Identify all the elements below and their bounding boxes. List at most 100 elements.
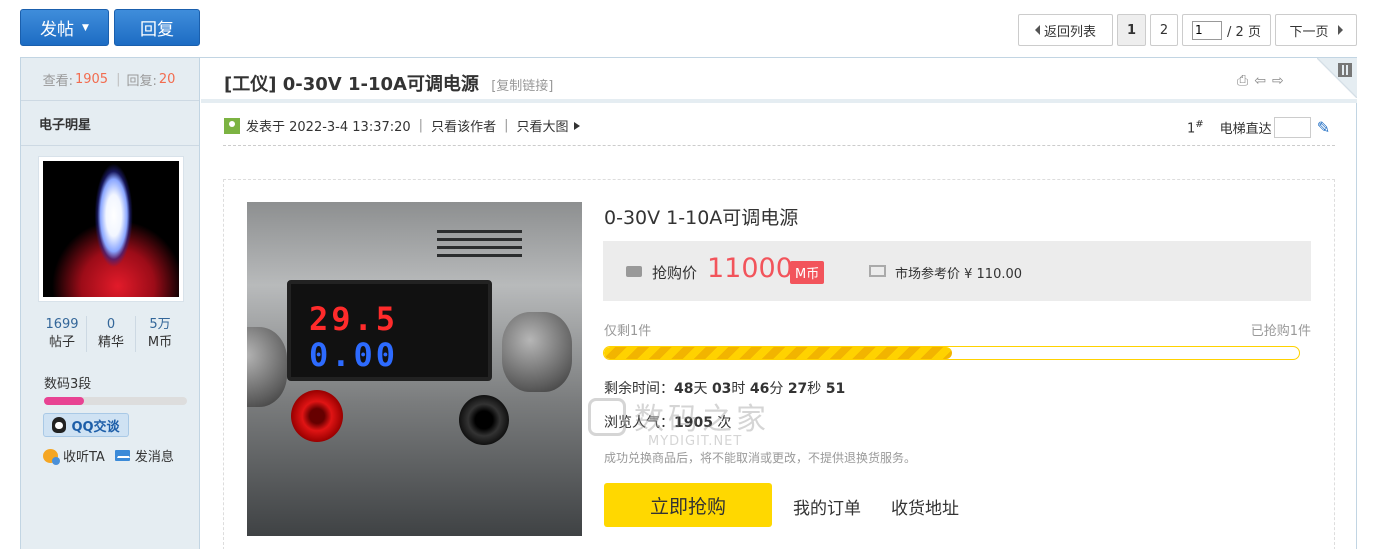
meta-divider: | — [418, 118, 424, 133]
watermark-url: MYDIGIT.NET — [648, 434, 743, 449]
market-icon — [869, 265, 886, 277]
follow-link[interactable]: 收听TA — [43, 446, 105, 465]
price-value: 11000 — [707, 253, 793, 284]
page-total: / 2 页 — [1227, 24, 1261, 40]
voltage-readout: 29.5 — [309, 300, 399, 338]
price-box: 抢购价 11000 M币 市场参考价 ¥ 110.00 — [603, 241, 1311, 301]
follow-label: 收听TA — [63, 450, 105, 465]
print-icon[interactable]: ⎙ — [1237, 73, 1248, 89]
digest-count[interactable]: 0 精华 — [87, 316, 136, 352]
back-to-list-label: 返回列表 — [1043, 24, 1096, 40]
knob-left — [247, 327, 287, 407]
meta-divider-line — [223, 145, 1335, 146]
views-label: 查看: — [42, 73, 73, 89]
post-date: 发表于 2022-3-4 13:37:20 — [246, 120, 411, 135]
coins-count[interactable]: 5万 M币 — [136, 316, 184, 352]
send-message-label: 发消息 — [134, 450, 174, 465]
only-author-link[interactable]: 只看该作者 — [431, 116, 496, 135]
qq-icon — [52, 417, 67, 433]
top-toolbar: 发帖 ▼ 回复 返回列表 1 2 / 2 页 下一页 — [0, 0, 1379, 56]
author-actions: 收听TA 发消息 — [43, 446, 184, 465]
page-1-button[interactable]: 1 — [1117, 14, 1146, 46]
copy-link[interactable]: [复制链接] — [491, 79, 553, 94]
thread-title-text: [工仪] 0-30V 1-10A可调电源 — [224, 74, 479, 95]
next-page-button[interactable]: 下一页 — [1275, 14, 1357, 46]
send-message-link[interactable]: 发消息 — [114, 446, 174, 465]
floor-mark: # — [1195, 118, 1204, 130]
author-name[interactable]: 电子明星 — [21, 101, 199, 146]
countdown-tick: 51 — [825, 381, 846, 397]
back-to-list-button[interactable]: 返回列表 — [1018, 14, 1113, 46]
digest-count-value: 0 — [106, 317, 116, 332]
floor-number: 1# — [1187, 119, 1204, 136]
page-jump: / 2 页 — [1182, 14, 1271, 46]
price-label: 抢购价 — [652, 264, 698, 282]
price-tag-icon — [626, 266, 642, 277]
posts-count[interactable]: 1699 帖子 — [38, 316, 87, 352]
product-name: 0-30V 1-10A可调电源 — [604, 207, 799, 229]
author-sidebar: 查看: 1905 | 回复: 20 电子明星 1699 帖子 0 精华 5万 M… — [21, 58, 200, 549]
big-image-link[interactable]: 只看大图 — [516, 116, 568, 135]
post-label: 发帖 — [40, 20, 75, 40]
replies-count: 20 — [158, 71, 176, 87]
vent-slot — [437, 238, 522, 241]
coins-count-label: M币 — [147, 335, 173, 350]
stock-sold: 已抢购1件 — [1250, 324, 1311, 339]
level-progress-fill — [44, 397, 85, 405]
follow-icon — [43, 448, 60, 465]
replies-label: 回复: — [126, 73, 157, 89]
level-progress-bar — [44, 397, 187, 405]
product-card: 29.5 0.00 0-30V 1-10A可调电源 抢购价 11000 M币 市… — [223, 179, 1335, 549]
wrench-icon[interactable]: ✎ — [1317, 118, 1330, 137]
page-2-button[interactable]: 2 — [1150, 14, 1178, 46]
elevator-input[interactable] — [1273, 117, 1311, 138]
reply-button[interactable]: 回复 — [114, 9, 200, 46]
digest-count-label: 精华 — [97, 335, 124, 350]
buy-now-button[interactable]: 立即抢购 — [604, 483, 772, 527]
qrcode-icon[interactable] — [1317, 58, 1357, 98]
next-page-label: 下一页 — [1289, 24, 1329, 40]
post-main: [工仪] 0-30V 1-10A可调电源 [复制链接] ⎙ ⇦ ⇨ 发表于 20… — [201, 58, 1357, 549]
thread-stats: 查看: 1905 | 回复: 20 — [21, 58, 199, 101]
watermark-text: 数码之家 — [634, 402, 770, 437]
black-terminal — [459, 395, 509, 445]
current-readout: 0.00 — [309, 336, 399, 374]
qrcode-glyph — [1338, 63, 1352, 77]
vent-slot — [437, 254, 522, 257]
sales-progress-bar — [603, 346, 1300, 360]
chevron-right-icon — [1337, 25, 1343, 35]
avatar[interactable] — [38, 156, 184, 302]
red-terminal — [291, 390, 343, 442]
user-level[interactable]: 数码3段 — [44, 373, 91, 392]
knob-right — [502, 312, 572, 392]
online-user-icon — [224, 117, 240, 134]
posts-count-value: 1699 — [45, 317, 79, 332]
stock-left: 仅剩1件 — [604, 324, 652, 339]
my-orders-link[interactable]: 我的订单 — [793, 494, 861, 519]
site-watermark: 数码之家 MYDIGIT.NET — [588, 394, 798, 454]
post-meta: 发表于 2022-3-4 13:37:20 | 只看该作者 | 只看大图 — [224, 116, 581, 135]
watermark-logo — [588, 398, 626, 436]
page-jump-input[interactable] — [1192, 20, 1223, 40]
elevator-label: 电梯直达 — [1219, 122, 1272, 137]
post: 查看: 1905 | 回复: 20 电子明星 1699 帖子 0 精华 5万 M… — [20, 57, 1357, 549]
coins-count-value: 5万 — [149, 317, 171, 332]
next-thread-icon[interactable]: ⇨ — [1272, 73, 1284, 89]
product-image[interactable]: 29.5 0.00 — [247, 202, 582, 536]
previous-thread-icon[interactable]: ⇦ — [1254, 73, 1266, 89]
chevron-down-icon: ▼ — [82, 22, 89, 33]
floor-nav: 1# 电梯直达 ✎ — [1187, 117, 1330, 138]
title-tools: ⎙ ⇦ ⇨ — [1237, 73, 1290, 89]
shipping-address-link[interactable]: 收货地址 — [891, 494, 959, 519]
vent-slot — [437, 246, 522, 249]
qq-chat-button[interactable]: QQ交谈 — [43, 413, 129, 437]
views-count: 1905 — [74, 71, 109, 87]
post-button[interactable]: 发帖 ▼ — [20, 9, 109, 46]
title-bar: [工仪] 0-30V 1-10A可调电源 [复制链接] ⎙ ⇦ ⇨ — [201, 58, 1357, 103]
avatar-image — [43, 161, 179, 297]
caret-right-icon — [574, 121, 581, 130]
thread-title: [工仪] 0-30V 1-10A可调电源 [复制链接] — [224, 70, 553, 96]
market-price: 市场参考价 ¥ 110.00 — [895, 267, 1023, 282]
posts-count-label: 帖子 — [48, 335, 75, 350]
price-unit-badge: M币 — [790, 261, 825, 284]
